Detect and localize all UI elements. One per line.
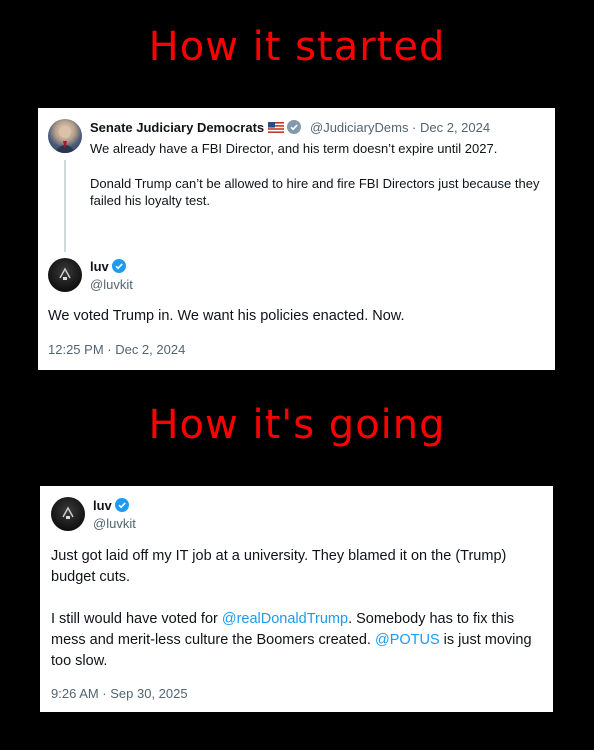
- luv-avatar[interactable]: [48, 258, 82, 292]
- meme-title-top: How it started: [148, 24, 446, 70]
- reply-author-name[interactable]: luv: [90, 259, 109, 274]
- tweet2-para1: Just got laid off my IT job at a univers…: [51, 548, 507, 585]
- reply-handle[interactable]: @luvkit: [90, 277, 133, 292]
- us-flag-icon: [268, 121, 285, 136]
- tweet2-author[interactable]: luv: [93, 498, 129, 515]
- reply-timestamp[interactable]: 12:25 PM · Dec 2, 2024: [48, 342, 185, 357]
- mention-potus[interactable]: @POTUS: [375, 632, 440, 648]
- quoted-text-2: Donald Trump can’t be allowed to hire an…: [90, 176, 540, 208]
- tweet-card-followup: luv @luvkit Just got laid off my IT job …: [40, 486, 553, 712]
- quoted-text-1: We already have a FBI Director, and his …: [90, 141, 498, 156]
- tweet2-timestamp[interactable]: 9:26 AM · Sep 30, 2025: [51, 686, 188, 701]
- reply-text: We voted Trump in. We want his policies …: [48, 308, 405, 324]
- thread-line: [64, 160, 66, 252]
- tweet-card-original: Senate Judiciary Democrats @JudiciaryDem…: [38, 108, 555, 370]
- quoted-handle-date[interactable]: @JudiciaryDems · Dec 2, 2024: [310, 120, 490, 135]
- quoted-author[interactable]: Senate Judiciary Democrats: [90, 120, 302, 137]
- verified-gray-icon: [287, 120, 302, 137]
- tweet2-para2-a: I still would have voted for: [51, 611, 222, 627]
- quoted-author-name[interactable]: Senate Judiciary Democrats: [90, 120, 264, 135]
- verified-badge-icon: [111, 259, 126, 276]
- tweet2-handle[interactable]: @luvkit: [93, 516, 136, 531]
- meme-title-bottom: How it's going: [148, 402, 446, 448]
- mention-realdonaldtrump[interactable]: @realDonaldTrump: [222, 611, 348, 627]
- reply-author[interactable]: luv: [90, 259, 126, 276]
- verified-badge-icon: [114, 498, 129, 515]
- senate-avatar[interactable]: [48, 119, 82, 153]
- luv-avatar[interactable]: [51, 497, 85, 531]
- tweet2-para2: I still would have voted for @realDonald…: [51, 609, 541, 672]
- tweet2-author-name[interactable]: luv: [93, 498, 112, 513]
